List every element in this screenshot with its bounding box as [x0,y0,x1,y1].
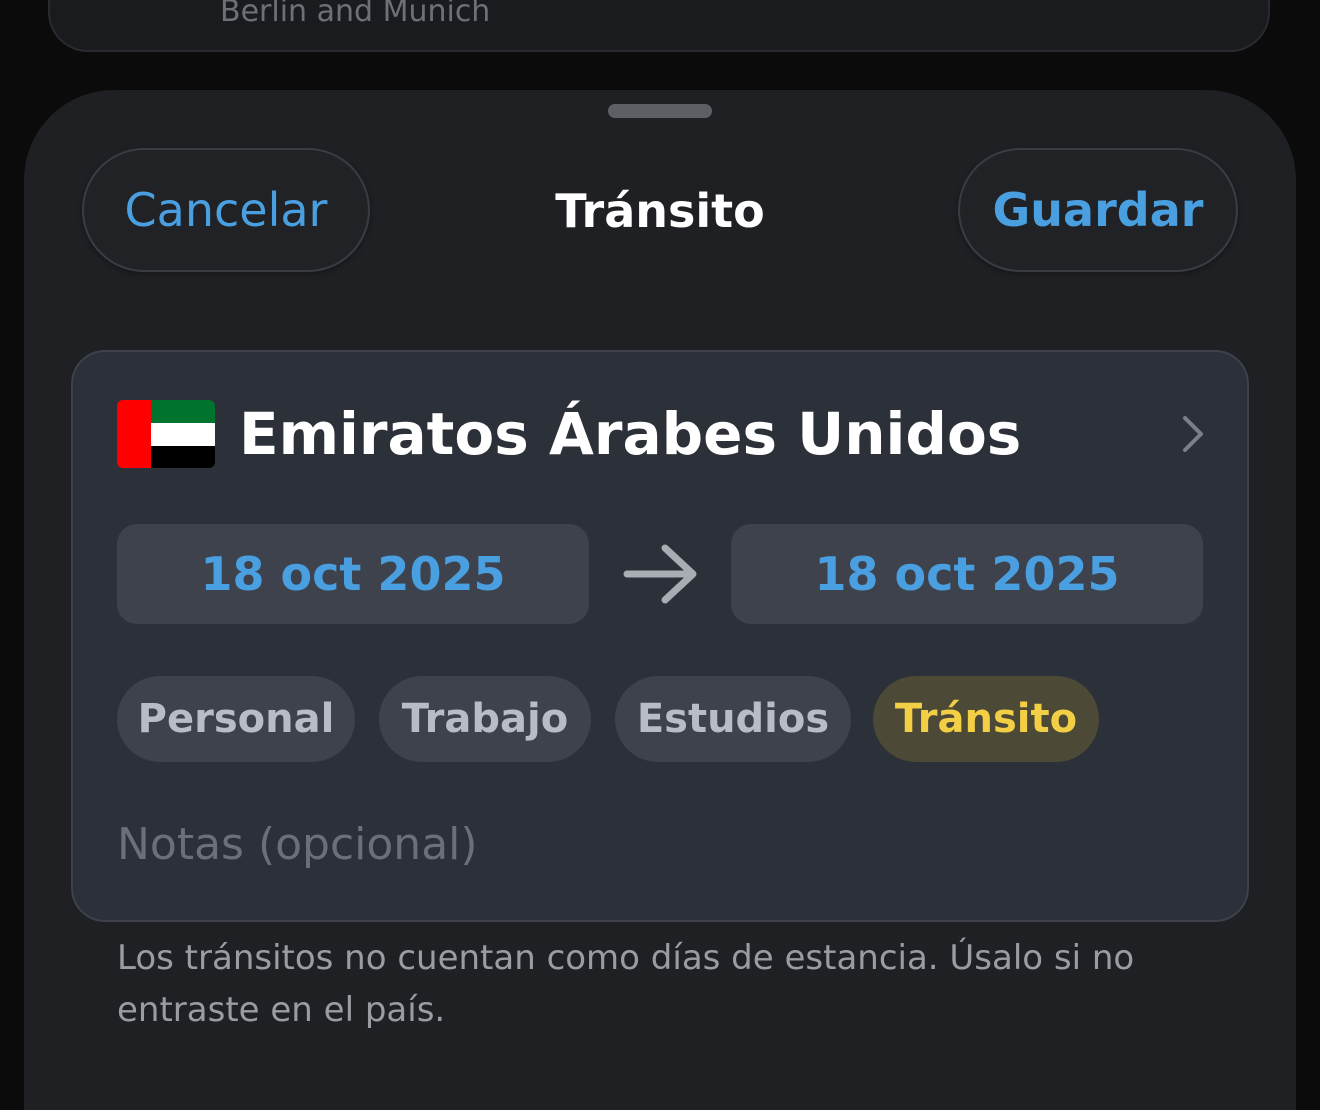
category-chip-estudios[interactable]: Estudios [615,676,851,762]
country-selector[interactable]: Emiratos Árabes Unidos [117,398,1207,470]
chevron-right-icon [1183,416,1203,452]
arrow-right-icon [623,544,697,604]
sheet-title: Tránsito [555,184,765,238]
end-date-button[interactable]: 18 oct 2025 [731,524,1203,624]
transit-footnote: Los tránsitos no cuentan como días de es… [117,938,1135,1030]
stay-entry-card: Emiratos Árabes Unidos 18 oct 2025 18 oc… [71,350,1249,922]
category-chip-trabajo[interactable]: Trabajo [379,676,591,762]
start-date-button[interactable]: 18 oct 2025 [117,524,589,624]
background-trip-text: Berlin and Munich [220,0,491,29]
background-trip-card[interactable]: Berlin and Munich [48,0,1270,52]
uae-flag-icon [117,400,215,468]
notes-input[interactable] [117,814,1197,874]
country-name: Emiratos Árabes Unidos [239,400,1022,468]
transit-sheet: Cancelar Tránsito Guardar Emiratos Árabe… [24,90,1296,1110]
category-chip-personal[interactable]: Personal [117,676,355,762]
category-chip-transito-selected[interactable]: Tránsito [873,676,1099,762]
save-button[interactable]: Guardar [958,148,1238,272]
sheet-grabber[interactable] [608,104,712,118]
cancel-button[interactable]: Cancelar [82,148,370,272]
